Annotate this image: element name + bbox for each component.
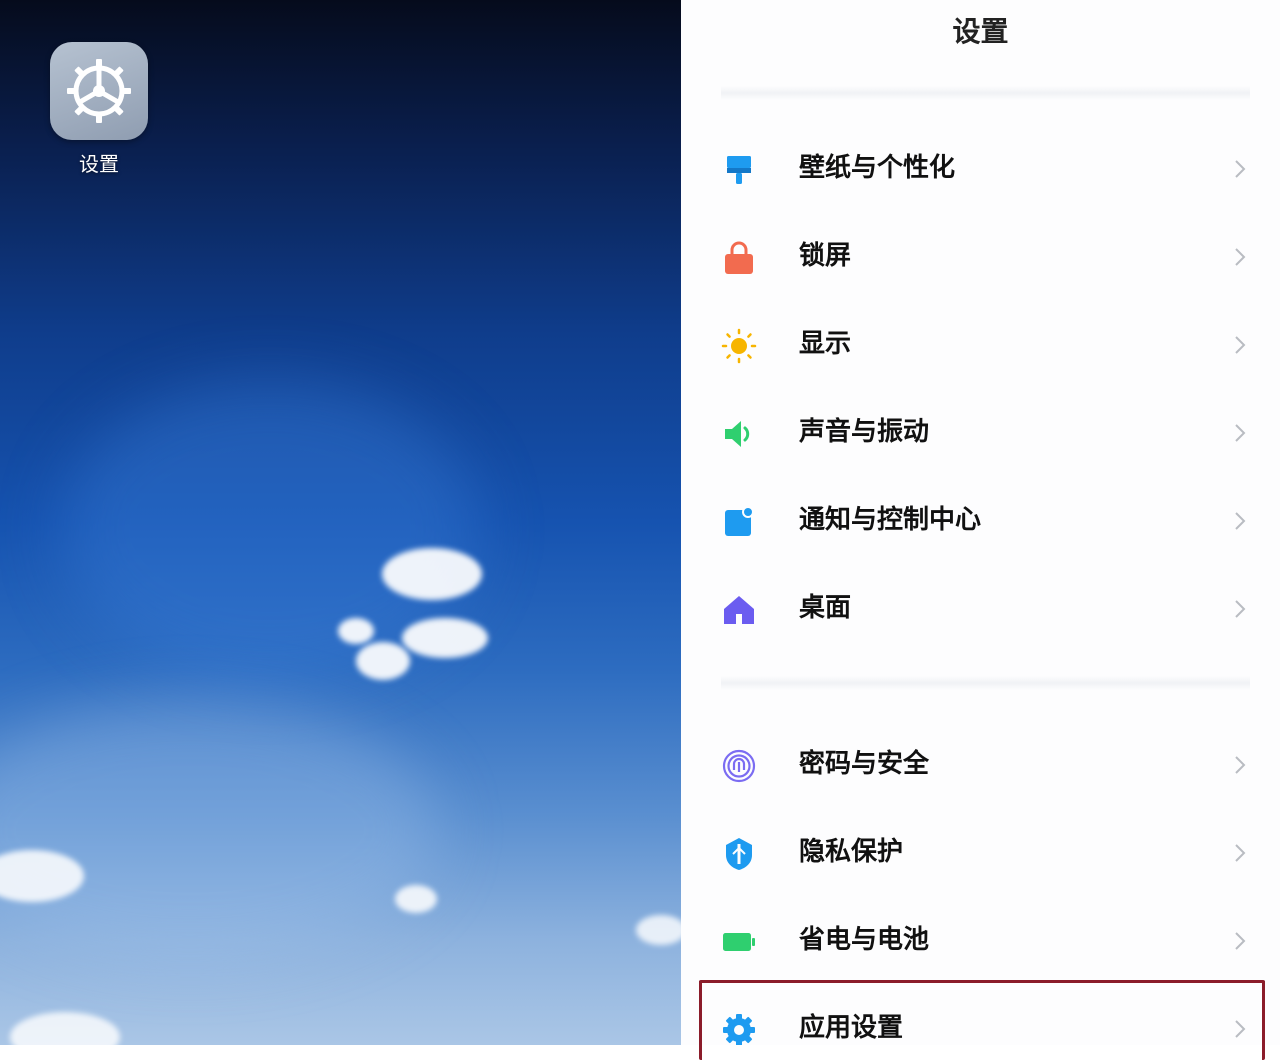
- home-screen: 设置: [0, 0, 681, 1045]
- speaker-icon: [725, 421, 750, 447]
- sky-glow: [0, 700, 440, 960]
- page-title: 设置: [952, 15, 1009, 48]
- settings-item-label: 锁屏: [799, 241, 852, 271]
- settings-item-label: 声音与振动: [799, 417, 930, 447]
- settings-item-notifications[interactable]: 通知与控制中心: [681, 480, 1280, 560]
- settings-item-app-settings[interactable]: 应用设置: [681, 988, 1280, 1045]
- cloud: [636, 915, 681, 945]
- sun-icon: [721, 328, 757, 364]
- settings-app-icon[interactable]: [50, 42, 148, 140]
- settings-item-battery[interactable]: 省电与电池: [681, 900, 1280, 980]
- home-icon: [724, 596, 754, 624]
- gear-icon: [67, 59, 131, 123]
- shield-icon: [726, 838, 752, 870]
- chevron-right-icon: [1235, 160, 1246, 178]
- settings-item-label: 壁纸与个性化: [799, 153, 956, 183]
- settings-item-label: 密码与安全: [799, 749, 930, 779]
- cloud: [10, 1012, 120, 1045]
- settings-item-label: 桌面: [799, 593, 852, 623]
- chevron-right-icon: [1235, 336, 1246, 354]
- divider: [721, 86, 1250, 100]
- settings-item-wallpaper[interactable]: 壁纸与个性化: [681, 128, 1280, 208]
- chevron-right-icon: [1235, 600, 1246, 618]
- cloud: [402, 618, 488, 658]
- settings-item-privacy[interactable]: 隐私保护: [681, 812, 1280, 892]
- gear-icon: [723, 1014, 755, 1045]
- settings-item-lock-screen[interactable]: 锁屏: [681, 216, 1280, 296]
- settings-item-sound[interactable]: 声音与振动: [681, 392, 1280, 472]
- settings-item-label: 显示: [799, 329, 852, 359]
- chevron-right-icon: [1235, 512, 1246, 530]
- chevron-right-icon: [1235, 932, 1246, 950]
- settings-item-label: 通知与控制中心: [799, 505, 982, 535]
- chevron-right-icon: [1235, 248, 1246, 266]
- chevron-right-icon: [1235, 844, 1246, 862]
- settings-item-label: 隐私保护: [799, 837, 904, 867]
- cloud: [356, 642, 410, 680]
- fingerprint-icon: [722, 749, 756, 783]
- settings-item-home-screen[interactable]: 桌面: [681, 568, 1280, 648]
- notification-icon: [725, 506, 754, 536]
- cloud: [395, 885, 437, 913]
- cloud: [338, 618, 374, 644]
- lock-icon: [725, 241, 753, 274]
- divider: [721, 676, 1250, 690]
- settings-item-label: 应用设置: [799, 1013, 904, 1043]
- chevron-right-icon: [1235, 756, 1246, 774]
- paintbrush-icon: [727, 156, 751, 184]
- settings-item-label: 省电与电池: [799, 925, 930, 955]
- battery-icon: [723, 933, 755, 951]
- settings-app-label: 设置: [79, 152, 119, 176]
- chevron-right-icon: [1235, 424, 1246, 442]
- settings-item-passwords-security[interactable]: 密码与安全: [681, 724, 1280, 804]
- settings-panel: 设置 壁纸与个性化 锁屏 显示 声音与振动 通知与控制中心 桌面 密码与安全 隐…: [681, 0, 1280, 1045]
- settings-item-display[interactable]: 显示: [681, 304, 1280, 384]
- cloud: [382, 548, 482, 600]
- chevron-right-icon: [1235, 1020, 1246, 1038]
